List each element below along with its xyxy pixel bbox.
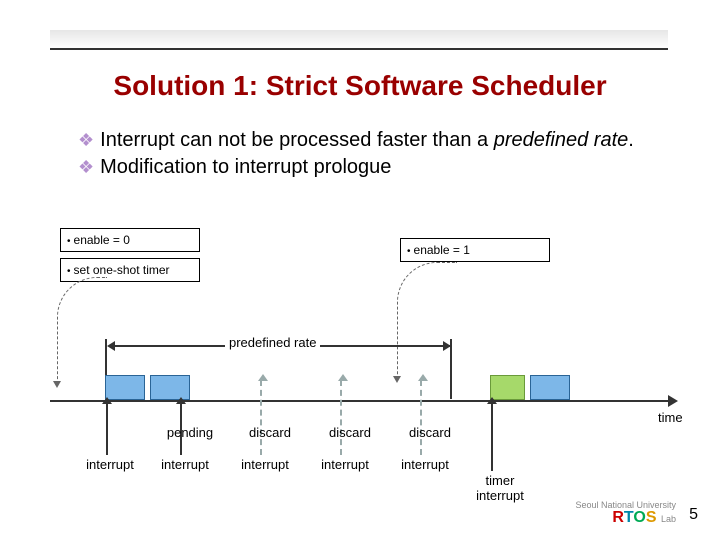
discard-arrow-2 bbox=[340, 380, 342, 455]
box-set-timer: •set one-shot timer bbox=[60, 258, 200, 282]
interrupt-label-4: interrupt bbox=[315, 457, 375, 472]
bullet-2-text: Modification to interrupt prologue bbox=[100, 155, 391, 180]
timeline-axis bbox=[50, 400, 670, 402]
timer-interrupt-arrow bbox=[491, 403, 493, 471]
bullet-1: ❖ Interrupt can not be processed faster … bbox=[78, 128, 658, 153]
interrupt-label-2: interrupt bbox=[155, 457, 215, 472]
page-number: 5 bbox=[689, 506, 698, 524]
diamond-icon: ❖ bbox=[78, 155, 94, 179]
bullet-1-text-pre: Interrupt can not be processed faster th… bbox=[100, 129, 494, 151]
bullet-1-text-italic: predefined rate bbox=[494, 129, 629, 151]
box-enable-0-text: enable = 0 bbox=[74, 233, 130, 247]
header-rule bbox=[50, 48, 668, 50]
box-enable-1: •enable = 1 bbox=[400, 238, 550, 262]
exec-block-3 bbox=[530, 375, 570, 400]
discard-arrow-1 bbox=[260, 380, 262, 455]
discard-label-1: discard bbox=[240, 425, 300, 440]
pending-label: pending bbox=[160, 425, 220, 440]
logo-suffix: Lab bbox=[661, 514, 676, 524]
rate-label: predefined rate bbox=[225, 335, 320, 350]
bullet-2: ❖ Modification to interrupt prologue bbox=[78, 155, 658, 180]
box-enable-0: •enable = 0 bbox=[60, 228, 200, 252]
interrupt-label-3: interrupt bbox=[235, 457, 295, 472]
time-axis-label: time bbox=[658, 410, 683, 425]
interrupt-arrow-1 bbox=[106, 403, 108, 455]
interrupt-label-5: interrupt bbox=[395, 457, 455, 472]
discard-label-2: discard bbox=[320, 425, 380, 440]
timeline-arrowhead-icon bbox=[668, 395, 678, 407]
timeline-diagram: predefined rate time interrupt pending i… bbox=[50, 295, 690, 495]
box-set-timer-text: set one-shot timer bbox=[74, 263, 170, 277]
interrupt-label-1: interrupt bbox=[80, 457, 140, 472]
bullet-1-text-post: . bbox=[628, 129, 634, 151]
box-enable-1-text: enable = 1 bbox=[414, 243, 470, 257]
bullet-dot-icon: • bbox=[67, 266, 71, 277]
slide: Solution 1: Strict Software Scheduler ❖ … bbox=[0, 0, 720, 540]
discard-arrow-3 bbox=[420, 380, 422, 455]
bullet-list: ❖ Interrupt can not be processed faster … bbox=[78, 128, 658, 182]
diamond-icon: ❖ bbox=[78, 128, 94, 152]
footer-logo: Seoul National University RTOS Lab bbox=[575, 501, 676, 526]
timer-interrupt-label: timer interrupt bbox=[465, 473, 535, 503]
bullet-dot-icon: • bbox=[67, 236, 71, 247]
discard-label-3: discard bbox=[400, 425, 460, 440]
arrow-right-icon bbox=[443, 341, 451, 351]
header-gradient bbox=[50, 30, 668, 48]
bullet-dot-icon: • bbox=[407, 246, 411, 257]
slide-title: Solution 1: Strict Software Scheduler bbox=[0, 70, 720, 102]
